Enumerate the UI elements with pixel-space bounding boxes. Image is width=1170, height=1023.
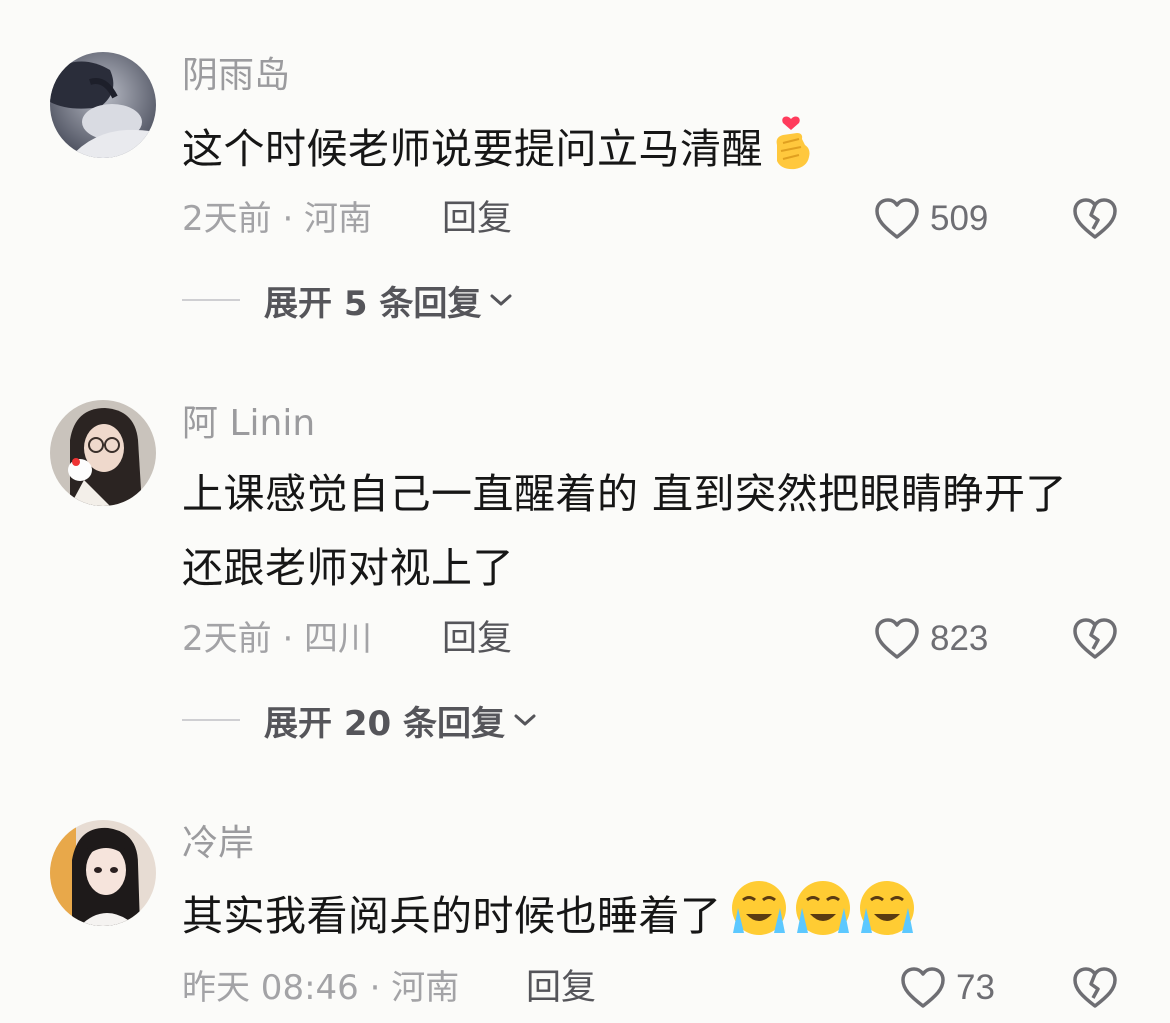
comment-time-location: 昨天 08:46 · 河南 xyxy=(182,968,460,1008)
reply-button[interactable]: 回复 xyxy=(526,966,596,1010)
finger-heart-emoji xyxy=(769,115,813,194)
crying-face-emoji xyxy=(728,878,918,961)
comment-text: 其实我看阅兵的时候也睡着了 xyxy=(182,878,918,961)
expand-replies-button[interactable]: 展开 5 条回复 xyxy=(182,278,513,324)
comment-list: 阴雨岛 这个时候老师说要提问立马清醒 2天前 · 河南 回复 509 展开 5 … xyxy=(0,0,1170,1023)
heart-outline-icon xyxy=(901,967,945,1008)
chevron-down-icon xyxy=(514,714,536,726)
comment-text-line: 其实我看阅兵的时候也睡着了 xyxy=(182,892,722,940)
username[interactable]: 阴雨岛 xyxy=(182,54,290,98)
reply-button[interactable]: 回复 xyxy=(442,197,512,241)
expand-replies-label: 展开 20 条回复 xyxy=(264,703,505,744)
expand-replies-label: 展开 5 条回复 xyxy=(264,283,482,324)
expand-replies-button[interactable]: 展开 20 条回复 xyxy=(182,698,537,744)
avatar[interactable] xyxy=(50,52,156,158)
comment-time-location: 2天前 · 河南 xyxy=(182,199,373,239)
avatar[interactable] xyxy=(50,400,156,506)
dislike-button[interactable] xyxy=(1072,616,1118,662)
reply-button[interactable]: 回复 xyxy=(442,617,512,661)
dislike-button[interactable] xyxy=(1072,965,1118,1011)
divider xyxy=(182,299,240,301)
divider xyxy=(182,719,240,721)
like-button[interactable]: 73 xyxy=(900,963,995,1013)
chevron-down-icon xyxy=(490,294,512,306)
dislike-button[interactable] xyxy=(1072,196,1118,242)
avatar[interactable] xyxy=(50,820,156,926)
heart-outline-icon xyxy=(875,618,919,659)
broken-heart-icon xyxy=(1073,618,1117,659)
comment-text-line: 还跟老师对视上了 xyxy=(182,544,514,592)
like-count: 73 xyxy=(956,968,995,1007)
username[interactable]: 冷岸 xyxy=(182,822,254,866)
comment-text: 上课感觉自己一直醒着的 直到突然把眼睛睁开了 还跟老师对视上了 xyxy=(182,457,1067,605)
username[interactable]: 阿 Linin xyxy=(182,402,315,446)
comment-text-line: 上课感觉自己一直醒着的 直到突然把眼睛睁开了 xyxy=(182,470,1068,518)
comment-text: 这个时候老师说要提问立马清醒 xyxy=(182,112,813,194)
broken-heart-icon xyxy=(1073,967,1117,1008)
heart-outline-icon xyxy=(875,198,919,239)
like-count: 509 xyxy=(930,199,989,238)
comment-text-line: 这个时候老师说要提问立马清醒 xyxy=(182,125,763,173)
broken-heart-icon xyxy=(1073,198,1117,239)
like-count: 823 xyxy=(930,619,989,658)
like-button[interactable]: 509 xyxy=(874,194,988,244)
comment-time-location: 2天前 · 四川 xyxy=(182,619,373,659)
like-button[interactable]: 823 xyxy=(874,614,988,664)
